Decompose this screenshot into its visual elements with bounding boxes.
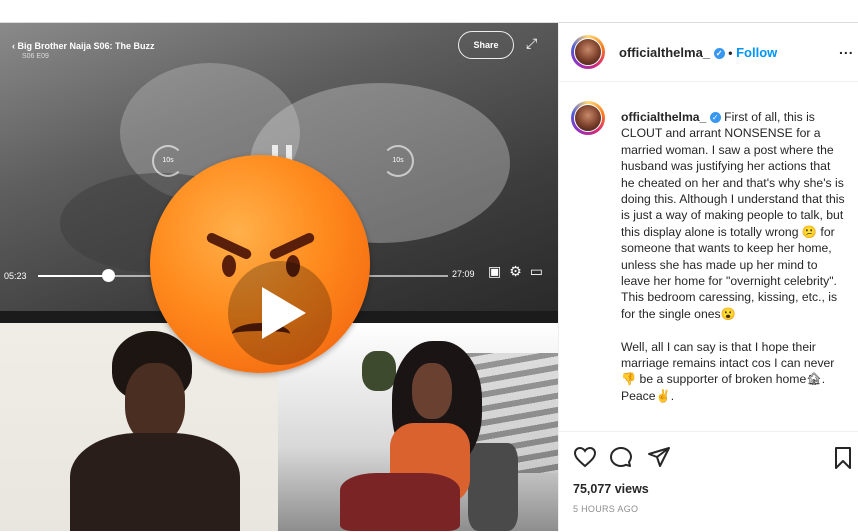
bookmark-icon[interactable] bbox=[833, 446, 853, 470]
view-count[interactable]: 75,077 views bbox=[573, 482, 649, 496]
username-link[interactable]: officialthelma_ bbox=[619, 45, 710, 60]
post-sidebar: officialthelma_ ✓ • Follow ... officialt… bbox=[558, 23, 858, 531]
instagram-post: ‹ Big Brother Naija S06: The Buzz S06 E0… bbox=[0, 22, 858, 531]
caption-text: officialthelma_ ✓ First of all, this is … bbox=[621, 109, 845, 404]
separator-dot: • bbox=[728, 46, 733, 60]
comment-icon[interactable] bbox=[609, 446, 633, 468]
verified-badge-icon: ✓ bbox=[709, 112, 721, 124]
caption-avatar[interactable] bbox=[571, 101, 605, 135]
tv-share-button: Share bbox=[458, 31, 514, 59]
caption-username[interactable]: officialthelma_ bbox=[621, 110, 706, 124]
tv-remaining-time: 27:09 bbox=[452, 269, 475, 279]
post-actions: 75,077 views 5 HOURS AGO bbox=[559, 431, 858, 532]
caption-area: officialthelma_ ✓ First of all, this is … bbox=[559, 81, 858, 431]
caption-body-2: Well, all I can say is that I hope their… bbox=[621, 339, 835, 403]
tv-episode: S06 E09 bbox=[22, 53, 49, 60]
tv-elapsed-time: 05:23 bbox=[4, 271, 27, 281]
tv-progress-knob bbox=[101, 269, 115, 282]
post-video[interactable]: ‹ Big Brother Naija S06: The Buzz S06 E0… bbox=[0, 23, 558, 531]
tv-show-title: ‹ Big Brother Naija S06: The Buzz bbox=[12, 41, 155, 51]
avatar[interactable] bbox=[571, 35, 605, 69]
tv-control-icons: ▣⚙▭ bbox=[488, 263, 552, 279]
play-icon[interactable] bbox=[262, 287, 306, 339]
caption-body: First of all, this is CLOUT and arrant N… bbox=[621, 110, 845, 321]
expand-icon: ⤢ bbox=[526, 35, 538, 51]
post-header: officialthelma_ ✓ • Follow ... bbox=[559, 23, 858, 82]
verified-badge-icon: ✓ bbox=[713, 48, 725, 60]
share-icon[interactable] bbox=[647, 446, 671, 468]
heart-icon[interactable] bbox=[573, 446, 597, 468]
tv-progress-fill bbox=[38, 275, 108, 277]
forward-icon: 10s bbox=[382, 145, 414, 177]
more-options-button[interactable]: ... bbox=[839, 41, 854, 57]
post-timestamp[interactable]: 5 HOURS AGO bbox=[573, 504, 638, 514]
rewind-icon: 10s bbox=[152, 145, 184, 177]
follow-button[interactable]: Follow bbox=[736, 45, 777, 60]
